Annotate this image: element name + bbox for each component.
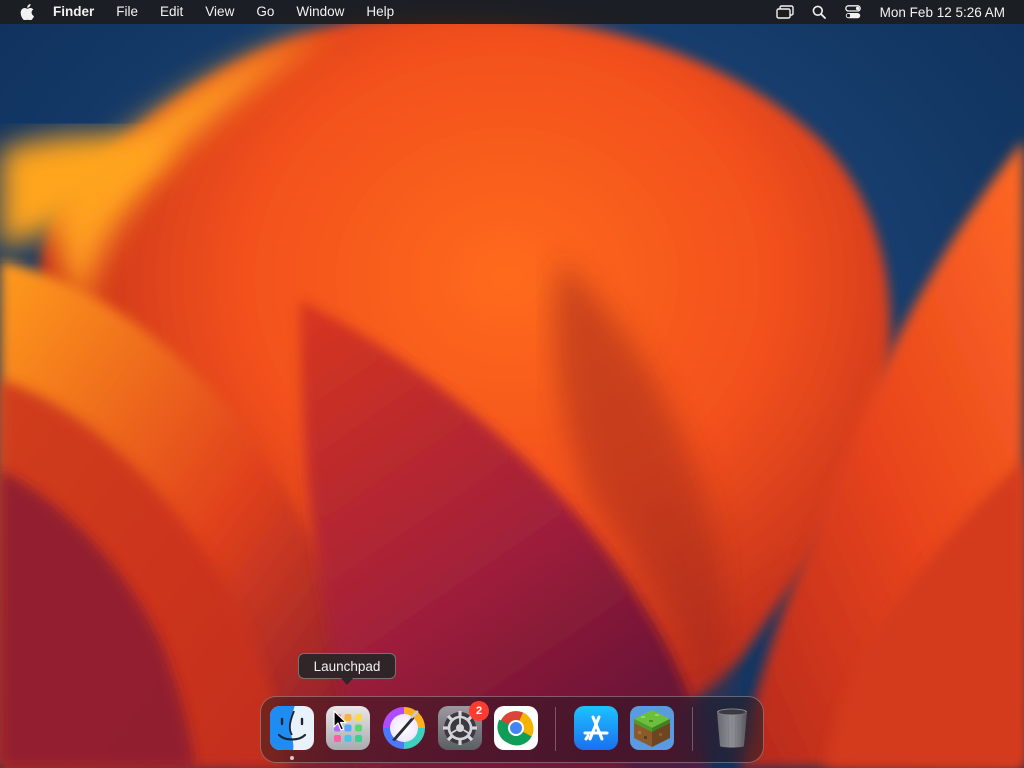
dock-item-trash[interactable] — [709, 705, 755, 751]
app-store-icon — [574, 706, 618, 750]
menu-bar-clock[interactable]: Mon Feb 12 5:26 AM — [880, 5, 1005, 20]
menu-file[interactable]: File — [105, 0, 149, 24]
menu-window[interactable]: Window — [285, 0, 355, 24]
dock-item-launchpad[interactable] — [325, 705, 371, 751]
trash-icon — [717, 708, 747, 748]
apple-logo-icon[interactable] — [18, 0, 36, 24]
desktop[interactable]: Finder File Edit View Go Window Help Mon… — [0, 0, 1024, 768]
dock-item-minecraft[interactable] — [629, 705, 675, 751]
color-brush-icon — [383, 707, 425, 749]
mouse-cursor-icon — [333, 710, 347, 731]
dock-item-chrome[interactable] — [493, 705, 539, 751]
dock-tooltip: Launchpad — [298, 653, 396, 685]
wallpaper — [0, 0, 1024, 768]
menu-app-name[interactable]: Finder — [53, 0, 105, 24]
dock-item-pixelmator[interactable] — [381, 705, 427, 751]
dock-item-system-settings[interactable]: 2 — [437, 701, 489, 751]
menu-bar-status-area: Mon Feb 12 5:26 AM — [768, 0, 1024, 24]
launchpad-icon — [326, 706, 370, 750]
notification-badge: 2 — [469, 701, 489, 721]
dock-item-app-store[interactable] — [573, 705, 619, 751]
menu-help[interactable]: Help — [355, 0, 405, 24]
dock-separator — [692, 707, 693, 751]
menu-edit[interactable]: Edit — [149, 0, 194, 24]
menu-view[interactable]: View — [194, 0, 245, 24]
finder-running-indicator — [290, 756, 294, 760]
control-center-icon[interactable] — [842, 0, 864, 24]
menu-bar: Finder File Edit View Go Window Help Mon… — [0, 0, 1024, 24]
chrome-icon — [494, 706, 538, 750]
grass-block-icon — [630, 706, 674, 750]
screen-mirroring-icon[interactable] — [774, 0, 796, 24]
dock-item-finder[interactable] — [269, 705, 315, 751]
finder-icon — [270, 706, 314, 750]
dock-separator — [555, 707, 556, 751]
search-icon[interactable] — [808, 0, 830, 24]
menu-go[interactable]: Go — [245, 0, 285, 24]
